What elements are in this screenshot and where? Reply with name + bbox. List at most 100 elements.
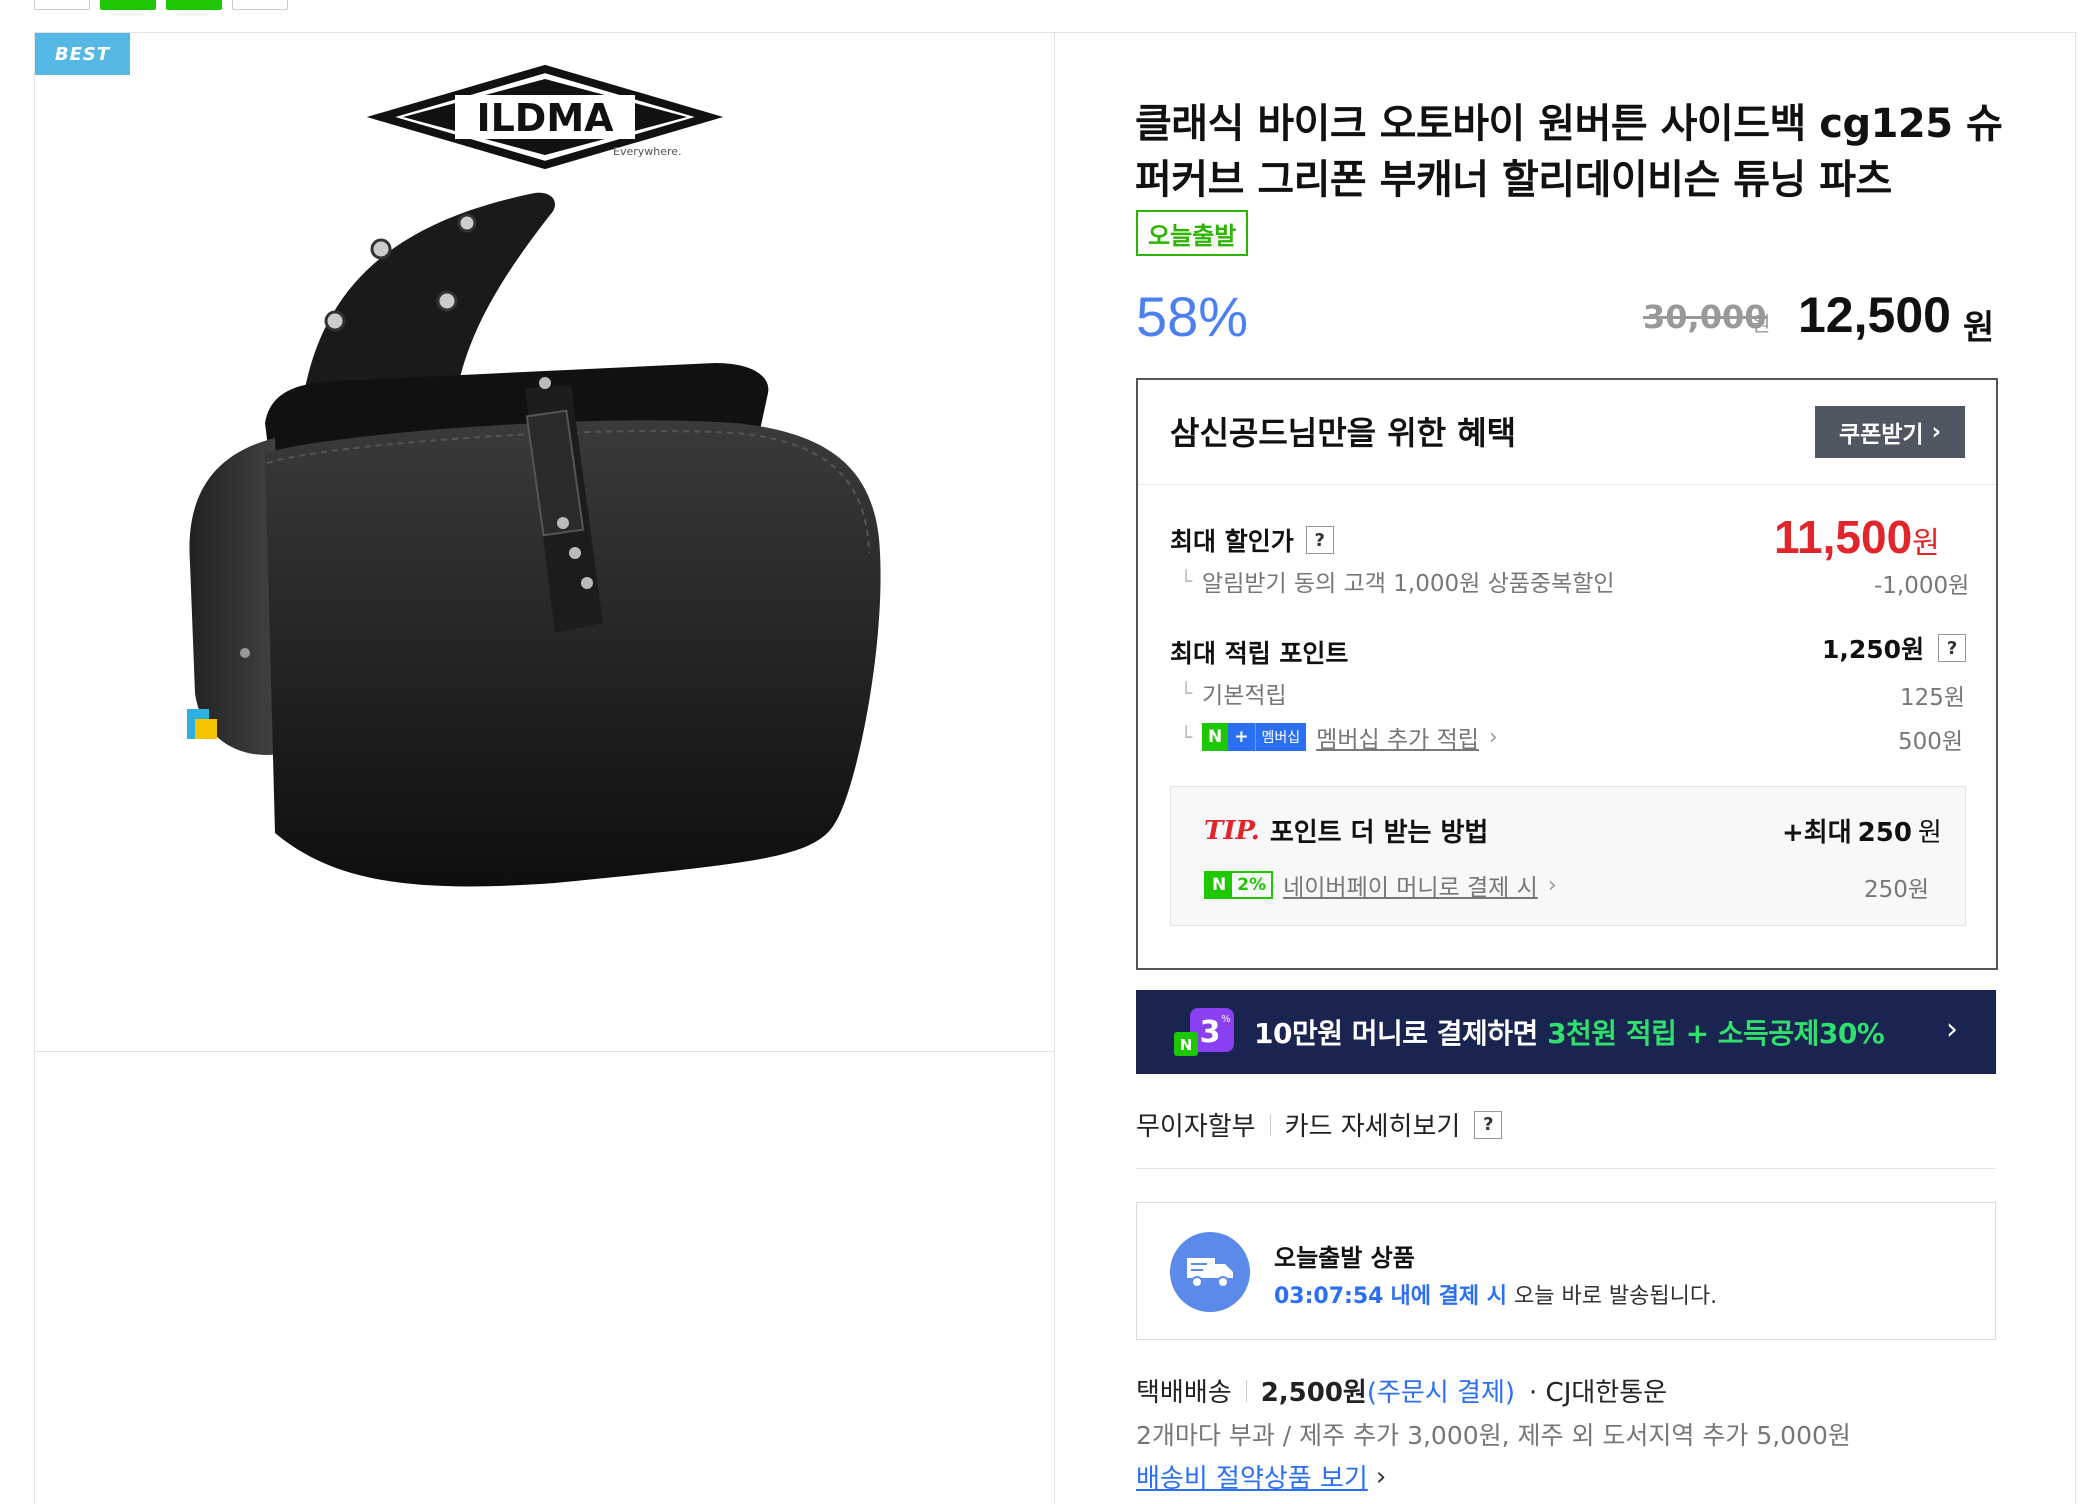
tree-branch-icon: └ xyxy=(1180,569,1193,593)
chevron-right-icon: › xyxy=(1375,1461,1387,1492)
naver-share-button[interactable] xyxy=(100,0,156,10)
basic-points-label: 기본적립 xyxy=(1202,683,1287,709)
original-price-unit: 원 xyxy=(1752,312,1771,336)
benefit-divider xyxy=(1138,484,1996,485)
help-icon[interactable]: ? xyxy=(1474,1110,1503,1139)
tree-branch-icon: └ xyxy=(1180,681,1193,705)
npay-pct: 2% xyxy=(1237,875,1267,895)
panel-divider xyxy=(1054,32,1055,1504)
coupon-button-label: 쿠폰받기 xyxy=(1838,422,1924,448)
product-image: ILDMA Everywhere. xyxy=(187,64,881,887)
original-price: 30,000 xyxy=(1643,298,1767,336)
banner-text-white: 10만원 머니로 결제하면 xyxy=(1254,1017,1538,1050)
npay-value: 250원 xyxy=(1864,877,1930,903)
max-discount-unit: 원 xyxy=(1912,526,1940,561)
countdown-rest: 오늘 바로 발송됩니다. xyxy=(1513,1284,1718,1309)
tip-box xyxy=(1170,786,1966,926)
share-icons xyxy=(34,0,288,10)
delivery-row: 택배배송 2,500원(주문시 결제) · CJ대한통운 xyxy=(1136,1372,1667,1409)
delivery-fee-note: (주문시 결제) xyxy=(1366,1378,1516,1408)
tip-max-wrap: +최대 250 원 xyxy=(1782,812,1942,849)
installment-row: 무이자할부 카드 자세히보기 ? xyxy=(1136,1106,1503,1143)
basic-points-row: └ 기본적립 xyxy=(1180,676,1287,710)
max-points-label: 최대 적립 포인트 xyxy=(1170,639,1349,668)
banner-text: 10만원 머니로 결제하면 3천원 적립 + 소득공제30% xyxy=(1254,1012,1885,1052)
chevron-right-icon: › xyxy=(1946,1012,1958,1047)
truck-icon xyxy=(1170,1232,1250,1312)
help-icon[interactable]: ? xyxy=(1305,526,1334,554)
line-share-button[interactable] xyxy=(166,0,222,10)
today-shipping-desc: 03:07:54 내에 결제 시 오늘 바로 발송됩니다. xyxy=(1274,1278,1717,1310)
tip-heading: TIP. 포인트 더 받는 방법 xyxy=(1204,812,1488,849)
discount-percent: 58% xyxy=(1136,285,1249,348)
member-points-value: 500원 xyxy=(1898,729,1964,755)
tip-max-unit: 원 xyxy=(1917,818,1942,848)
save-shipping-row: 배송비 절약상품 보기 › xyxy=(1136,1458,1386,1495)
today-shipping-box xyxy=(1136,1202,1996,1340)
banner-text-green: 3천원 적립 + 소득공제30% xyxy=(1547,1017,1885,1050)
divider xyxy=(1136,1168,1996,1169)
delivery-extra-fees: 2개마다 부과 / 제주 추가 3,000원, 제주 외 도서지역 추가 5,0… xyxy=(1136,1421,1851,1450)
max-discount-row: 최대 할인가 ? xyxy=(1170,522,1334,558)
countdown-timer: 03:07:54 xyxy=(1274,1284,1384,1309)
help-icon[interactable]: ? xyxy=(1938,634,1967,662)
product-image-panel[interactable]: ILDMA Everywhere. xyxy=(34,32,1054,1052)
sale-price: 12,500 xyxy=(1798,287,1951,343)
tip-max-prefix: +최대 xyxy=(1782,818,1852,848)
chevron-right-icon: › xyxy=(1931,419,1942,445)
max-discount-label: 최대 할인가 xyxy=(1170,527,1294,556)
delivery-fee-wrap: 2,500원(주문시 결제) xyxy=(1261,1372,1515,1409)
best-badge: BEST xyxy=(35,33,130,75)
sale-price-unit: 원 xyxy=(1963,308,1995,348)
panel-top-border xyxy=(1054,32,2076,33)
max-points-value: 1,250원 xyxy=(1822,635,1925,664)
max-discount-sub-label: 알림받기 동의 고객 1,000원 상품중복할인 xyxy=(1202,571,1615,597)
tip-label: TIP. xyxy=(1204,815,1260,846)
tip-max-value: 250 xyxy=(1857,818,1912,848)
npay-3pct-icon: 3 % N xyxy=(1174,1008,1234,1056)
panel-edge xyxy=(2075,32,2076,1504)
brand-logo: ILDMA Everywhere. xyxy=(366,64,724,170)
delivery-method: 택배배송 xyxy=(1136,1378,1232,1408)
membership-chip-label: 멤버십 xyxy=(1254,723,1307,751)
image-thumbnail-area xyxy=(34,1052,1054,1504)
countdown-desc: 내에 결제 시 xyxy=(1390,1284,1507,1309)
coupon-button[interactable]: 쿠폰받기 › xyxy=(1815,406,1965,458)
product-title: 클래식 바이크 오토바이 원버튼 사이드백 cg125 슈퍼커브 그리폰 부캐너… xyxy=(1135,101,2003,203)
max-discount-price-wrap: 11,500 원 xyxy=(1774,510,1940,564)
plus-icon: + xyxy=(1228,723,1255,751)
max-points-value-wrap: 1,250원 ? xyxy=(1822,630,1967,666)
naver-plus-membership-badge: N + 멤버십 xyxy=(1202,723,1307,751)
basic-points-value: 125원 xyxy=(1900,685,1966,711)
today-shipping-badge: 오늘출발 xyxy=(1136,210,1249,256)
max-discount-sub-row: └ 알림받기 동의 고객 1,000원 상품중복할인 xyxy=(1180,564,1615,598)
save-shipping-link[interactable]: 배송비 절약상품 보기 xyxy=(1136,1458,1368,1495)
max-discount-sub-value: -1,000원 xyxy=(1874,573,1970,599)
benefit-heading: 삼신공드님만을 위한 혜택 xyxy=(1170,414,1517,452)
naver-n-icon: N xyxy=(1202,723,1229,751)
tip-text: 포인트 더 받는 방법 xyxy=(1269,818,1489,848)
link-share-button[interactable] xyxy=(232,0,288,10)
svg-text:ILDMA: ILDMA xyxy=(476,96,614,140)
npay-money-link[interactable]: 네이버페이 머니로 결제 시 xyxy=(1283,868,1538,902)
chevron-right-icon: › xyxy=(1547,872,1557,898)
tree-branch-icon: └ xyxy=(1180,725,1193,749)
npay-2pct-badge: N 2% xyxy=(1204,871,1274,899)
npay-badge-num: 3 xyxy=(1200,1015,1221,1050)
card-detail-link[interactable]: 카드 자세히보기 xyxy=(1285,1106,1461,1143)
member-points-row: └ N + 멤버십 멤버십 추가 적립 › xyxy=(1180,720,1498,754)
interest-free-label[interactable]: 무이자할부 xyxy=(1136,1106,1256,1143)
npay-row: N 2% 네이버페이 머니로 결제 시 › xyxy=(1204,868,1557,902)
today-shipping-title: 오늘출발 상품 xyxy=(1274,1244,1415,1272)
svg-text:Everywhere.: Everywhere. xyxy=(613,145,682,158)
membership-extra-link[interactable]: 멤버십 추가 적립 xyxy=(1316,720,1479,754)
delivery-carrier: · CJ대한통운 xyxy=(1529,1378,1668,1408)
separator xyxy=(1245,1379,1247,1402)
naver-n-icon: N xyxy=(1206,873,1233,897)
share-button[interactable] xyxy=(34,0,90,10)
npay-badge-n: N xyxy=(1180,1036,1193,1054)
max-discount-price: 11,500 xyxy=(1774,511,1913,563)
delivery-fee: 2,500원 xyxy=(1260,1378,1367,1408)
npay-promo-banner[interactable]: 3 % N 10만원 머니로 결제하면 3천원 적립 + 소득공제30% xyxy=(1136,990,1996,1074)
separator xyxy=(1269,1113,1271,1136)
